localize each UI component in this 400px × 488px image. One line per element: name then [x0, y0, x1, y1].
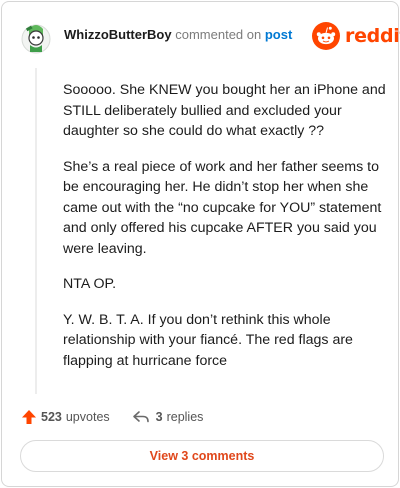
view-comments-button[interactable]: View 3 comments	[20, 440, 384, 472]
comment-paragraph: NTA OP.	[63, 276, 117, 292]
reply-count: 3	[155, 410, 163, 424]
reply-label: replies	[166, 410, 204, 424]
comment-paragraph: She’s a real piece of work and her fathe…	[63, 158, 382, 257]
username-link[interactable]: WhizzoButterBoy	[64, 27, 172, 42]
reddit-snoo-icon	[312, 22, 340, 50]
upvote-label: upvotes	[65, 410, 110, 424]
comment-actions: 523 upvotes 3 replies	[21, 407, 203, 427]
comment-card: WhizzoButterBoy commented on post reddit…	[1, 1, 400, 487]
reply-arrow-icon	[132, 411, 149, 423]
reddit-logo[interactable]: reddit	[312, 21, 400, 51]
comment-body: Sooooo. She KNEW you bought her an iPhon…	[63, 80, 388, 386]
comment-meta: WhizzoButterBoy commented on post	[64, 27, 292, 42]
upvote-button[interactable]: 523 upvotes	[21, 409, 110, 425]
upvote-count: 523	[41, 410, 62, 424]
commented-on-text: commented on	[175, 27, 262, 42]
post-link[interactable]: post	[265, 27, 292, 42]
comment-header: WhizzoButterBoy commented on post reddit	[2, 2, 400, 66]
upvote-arrow-icon	[22, 410, 36, 424]
comment-paragraph: Y. W. B. T. A. If you don’t rethink this…	[63, 311, 353, 369]
snoo-avatar-icon[interactable]	[21, 19, 51, 55]
thread-line[interactable]	[35, 68, 37, 394]
comment-paragraph: Sooooo. She KNEW you bought her an iPhon…	[63, 82, 386, 139]
reply-button[interactable]: 3 replies	[132, 410, 204, 424]
reddit-wordmark: reddit	[345, 25, 400, 47]
